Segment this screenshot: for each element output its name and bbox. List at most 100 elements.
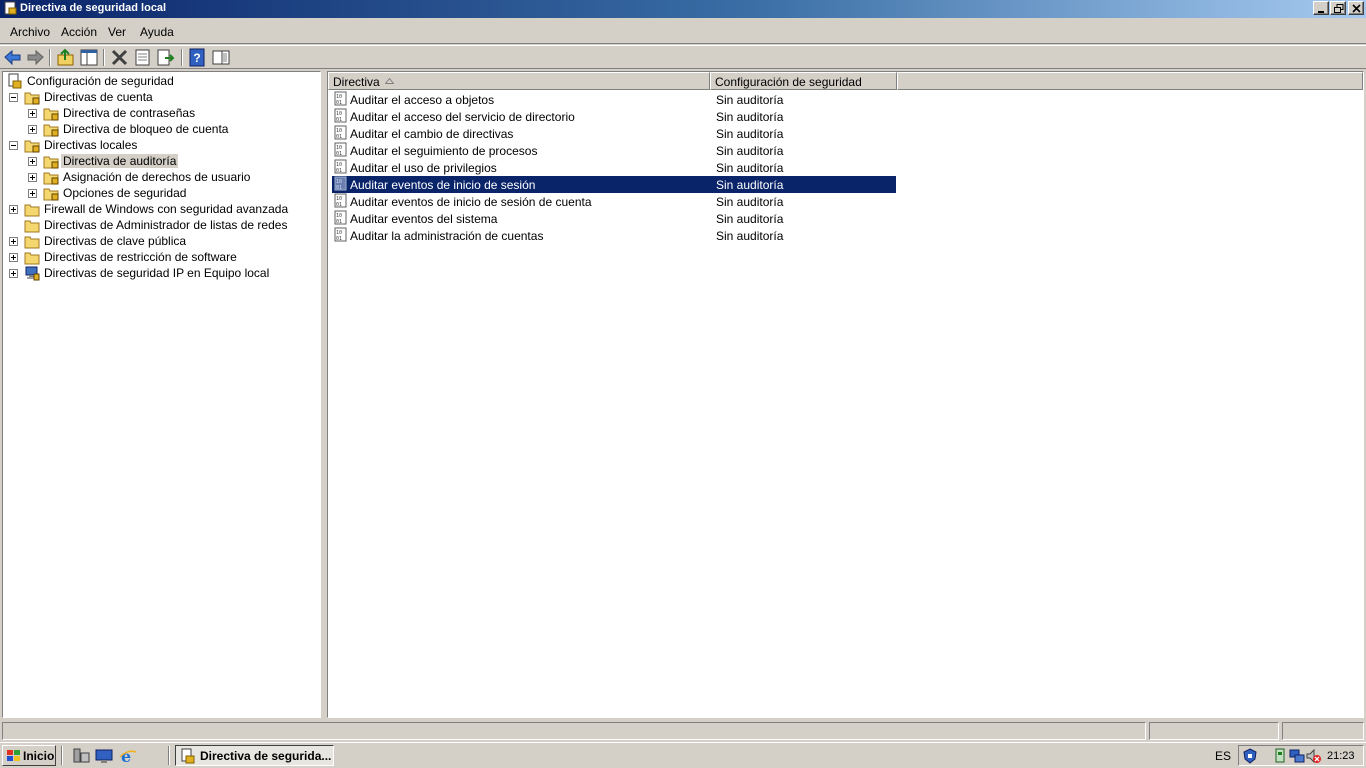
folder-icon [24,220,40,233]
show-tree-button[interactable] [79,48,99,67]
title-bar[interactable]: Directiva de seguridad local [0,0,1366,18]
delete-button[interactable] [110,48,130,67]
toolbar-separator [49,49,51,66]
show-hide-button[interactable] [211,48,231,67]
expand-toggle[interactable] [9,253,18,262]
expand-toggle[interactable] [9,269,18,278]
network-icon[interactable] [1289,748,1305,764]
locked-folder-icon [43,124,59,137]
policy-name: Auditar el uso de privilegios [350,161,497,175]
properties-button[interactable] [133,48,153,67]
volume-muted-icon[interactable] [1305,748,1321,764]
menu-ayuda[interactable]: Ayuda [140,25,174,39]
expand-toggle[interactable] [28,109,37,118]
locked-folder-icon [43,108,59,121]
status-bar [0,720,1366,742]
tree-item-label: Directiva de contraseñas [63,106,196,120]
security-settings-icon [8,73,22,89]
column-header-empty [897,72,1363,90]
quicklaunch-separator [168,746,170,765]
menu-ver[interactable]: Ver [108,25,126,39]
list-row[interactable]: 10 01 Auditar la administración de cuenta… [332,227,896,244]
restore-icon [1334,4,1344,13]
help-button[interactable]: ? [188,48,208,67]
status-cell [1149,722,1279,740]
expand-toggle[interactable] [28,157,37,166]
tree-item-label: Directivas locales [44,138,138,152]
policy-icon: 1001 [334,176,347,191]
folder-icon [24,204,40,217]
expand-toggle[interactable] [28,189,37,198]
tree-item-label: Directivas de seguridad IP en Equipo loc… [44,266,270,280]
back-button[interactable] [3,48,23,67]
column-header-directiva[interactable]: Directiva [328,72,710,90]
collapse-toggle[interactable] [9,93,18,102]
policy-icon: 1001 [334,91,347,106]
expand-toggle[interactable] [28,173,37,182]
list-row[interactable]: 10 01 Auditar eventos del sistema Sin aud… [332,210,896,227]
policy-name: Auditar la administración de cuentas [350,229,544,243]
svg-text:01: 01 [336,219,342,225]
column-header-configuracion[interactable]: Configuración de seguridad [710,72,897,90]
tree-root-label: Configuración de seguridad [27,74,174,88]
export-list-icon [157,49,175,66]
list-row[interactable]: 10 01 Auditar el acceso a objetos Sin aud… [332,91,896,108]
policy-icon: 1001 [334,227,347,242]
security-policy-icon [181,748,195,764]
up-button[interactable] [56,48,76,67]
restore-button[interactable] [1330,1,1346,15]
policy-name: Auditar eventos de inicio de sesión [350,178,536,192]
toolbar-separator [103,49,105,66]
list-row[interactable]: 10 01 Auditar el seguimiento de procesos … [332,142,896,159]
tree-item-label-selected: Directiva de auditoría [61,154,179,168]
policy-icon: 1001 [334,159,347,174]
expand-toggle[interactable] [28,125,37,134]
list-row-selected[interactable]: 10 01 Auditar eventos de inicio de sesión… [332,176,896,193]
policy-value: Sin auditoría [716,144,784,158]
close-button[interactable] [1348,1,1364,15]
forward-button[interactable] [25,48,45,67]
quicklaunch-show-desktop[interactable] [95,747,113,765]
safely-remove-hardware-icon[interactable] [1272,748,1288,764]
menu-accion[interactable]: Acción [61,25,97,39]
list-pane[interactable]: Directiva Configuración de seguridad 10 0… [327,71,1364,718]
tree-item-label: Directivas de restricción de software [44,250,237,264]
list-row[interactable]: 10 01 Auditar el uso de privilegios Sin a… [332,159,896,176]
expand-toggle[interactable] [9,205,18,214]
expand-toggle[interactable] [9,237,18,246]
tree-pane[interactable]: Configuración de seguridad Directivas de… [2,71,321,718]
policy-name: Auditar el seguimiento de procesos [350,144,538,158]
show-desktop-icon [95,749,113,763]
policy-name: Auditar el cambio de directivas [350,127,514,141]
export-list-button[interactable] [156,48,176,67]
policy-name: Auditar el acceso del servicio de direct… [350,110,575,124]
svg-text:01: 01 [336,236,342,242]
policy-value: Sin auditoría [716,110,784,124]
windows-logo-icon [7,750,20,761]
list-row[interactable]: 10 01 Auditar eventos de inicio de sesión… [332,193,896,210]
policy-name: Auditar eventos del sistema [350,212,498,226]
tree-item-label: Directivas de clave pública [44,234,187,248]
security-center-icon[interactable] [1242,748,1258,764]
policy-icon: 1001 [334,142,347,157]
language-indicator[interactable]: ES [1215,749,1231,763]
column-header-label: Configuración de seguridad [715,75,862,89]
svg-text:01: 01 [336,134,342,140]
minimize-button[interactable] [1313,1,1329,15]
menu-bar: Archivo Acción Ver Ayuda [0,18,1366,44]
svg-text:?: ? [193,51,200,65]
quicklaunch-internet-explorer[interactable]: e [119,747,137,766]
quicklaunch-server-manager[interactable] [72,747,90,765]
clock[interactable]: 21:23 [1327,750,1355,762]
tree-item-label: Asignación de derechos de usuario [63,170,251,184]
collapse-toggle[interactable] [9,141,18,150]
list-row[interactable]: 10 01 Auditar el acceso del servicio de d… [332,108,896,125]
policy-value: Sin auditoría [716,93,784,107]
start-button[interactable]: Inicio [2,745,56,766]
up-folder-icon [57,48,74,66]
menu-archivo[interactable]: Archivo [10,25,50,39]
sort-ascending-icon [385,78,394,84]
list-row[interactable]: 10 01 Auditar el cambio de directivas Sin… [332,125,896,142]
taskbar-item-directiva-de-seguridad[interactable]: Directiva de segurida... [175,745,334,766]
folder-icon [24,236,40,249]
